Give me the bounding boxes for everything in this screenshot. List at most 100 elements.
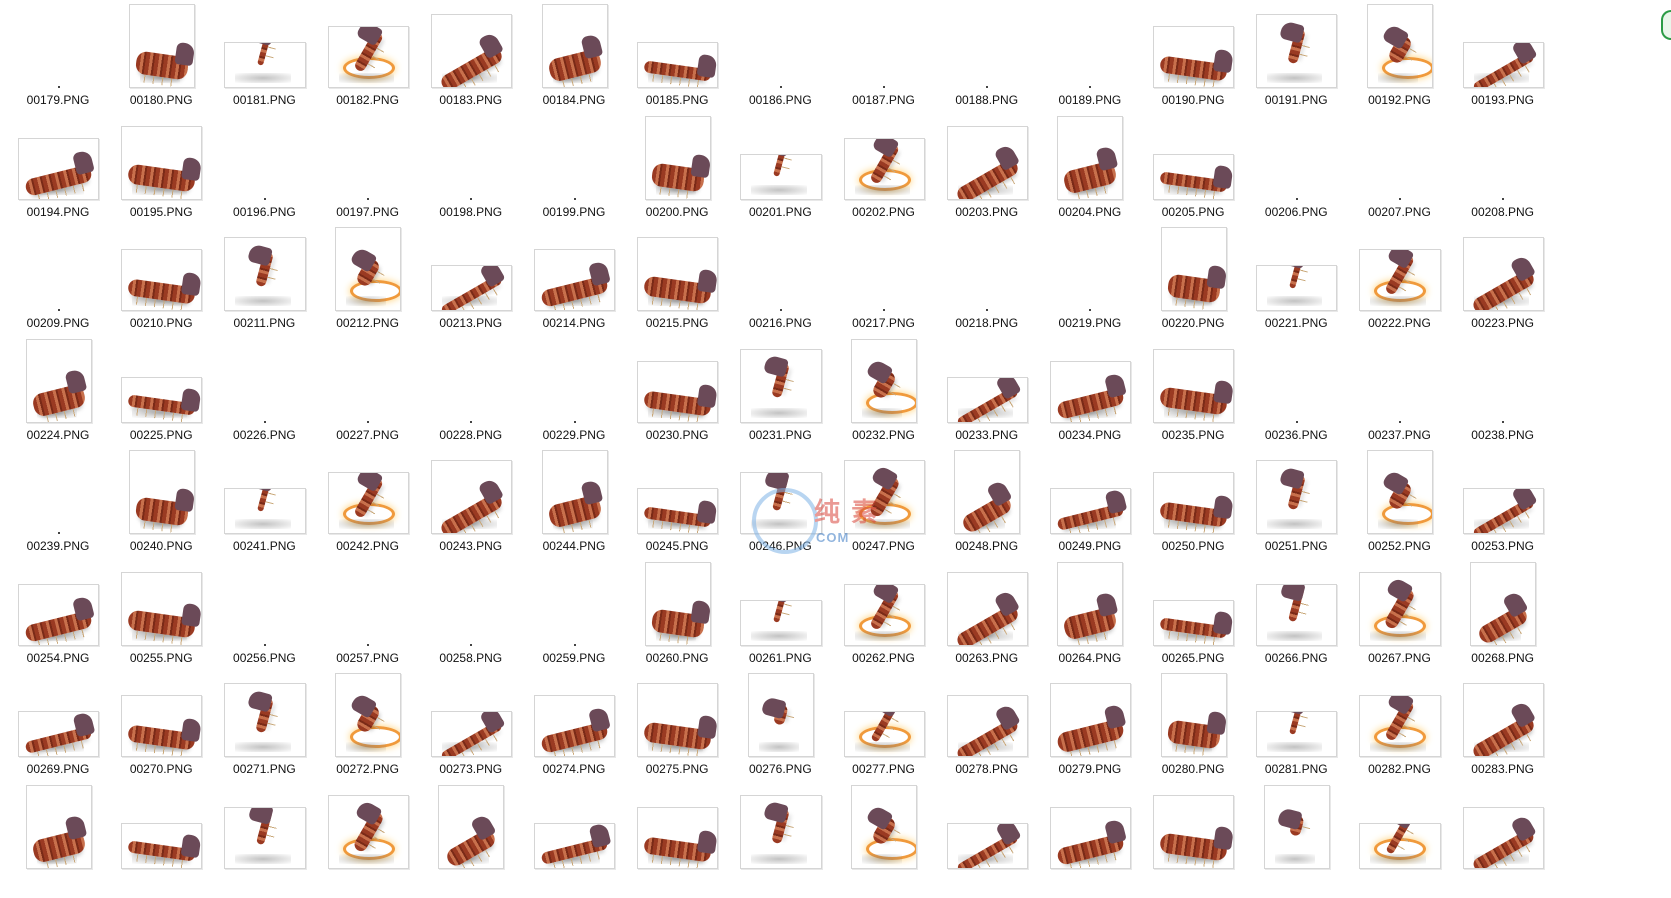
file-item[interactable]: 00269.PNG bbox=[14, 673, 117, 785]
file-item[interactable]: 00213.PNG bbox=[427, 227, 530, 339]
file-item[interactable]: 00259.PNG bbox=[530, 562, 633, 674]
file-item[interactable]: 00225.PNG bbox=[117, 339, 220, 451]
file-item[interactable]: 00279.PNG bbox=[1046, 673, 1149, 785]
file-item[interactable] bbox=[1149, 785, 1252, 897]
file-item[interactable] bbox=[117, 785, 220, 897]
file-item[interactable]: 00228.PNG bbox=[427, 339, 530, 451]
file-item[interactable]: 00183.PNG bbox=[427, 4, 530, 116]
file-item[interactable]: 00180.PNG bbox=[117, 4, 220, 116]
file-item[interactable]: 00206.PNG bbox=[1252, 116, 1355, 228]
file-item[interactable]: 00205.PNG bbox=[1149, 116, 1252, 228]
file-item[interactable]: 00209.PNG bbox=[14, 227, 117, 339]
file-item[interactable]: 00231.PNG bbox=[736, 339, 839, 451]
file-item[interactable]: 00229.PNG bbox=[530, 339, 633, 451]
file-item[interactable] bbox=[1252, 784, 1355, 897]
file-item[interactable]: 00186.PNG bbox=[736, 4, 839, 116]
file-item[interactable]: 00212.PNG bbox=[324, 227, 427, 339]
file-item[interactable] bbox=[324, 785, 427, 897]
file-item[interactable]: 00235.PNG bbox=[1149, 339, 1252, 451]
file-item[interactable]: 00208.PNG bbox=[1459, 116, 1562, 228]
file-item[interactable]: 00278.PNG bbox=[943, 673, 1046, 785]
file-item[interactable] bbox=[530, 785, 633, 897]
file-item[interactable]: 00179.PNG bbox=[14, 4, 117, 116]
file-item[interactable]: 00189.PNG bbox=[1046, 4, 1149, 116]
file-item[interactable]: 00245.PNG bbox=[633, 450, 736, 562]
file-item[interactable]: 00242.PNG bbox=[324, 450, 427, 562]
file-item[interactable]: 00248.PNG bbox=[943, 450, 1046, 562]
file-item[interactable]: 00266.PNG bbox=[1252, 562, 1355, 674]
file-item[interactable]: 00257.PNG bbox=[324, 562, 427, 674]
file-item[interactable]: 00255.PNG bbox=[117, 562, 220, 674]
file-item[interactable]: 00211.PNG bbox=[220, 227, 323, 339]
file-item[interactable] bbox=[1046, 785, 1149, 897]
file-item[interactable]: 00272.PNG bbox=[324, 673, 427, 785]
file-item[interactable]: 00214.PNG bbox=[530, 227, 633, 339]
file-item[interactable]: 00271.PNG bbox=[220, 673, 323, 785]
file-item[interactable] bbox=[220, 785, 323, 897]
file-item[interactable]: 00258.PNG bbox=[427, 562, 530, 674]
file-item[interactable] bbox=[736, 785, 839, 897]
file-item[interactable]: 00274.PNG bbox=[530, 673, 633, 785]
file-item[interactable]: 00232.PNG bbox=[840, 338, 943, 451]
file-item[interactable]: 00241.PNG bbox=[220, 450, 323, 562]
file-item[interactable]: 00192.PNG bbox=[1355, 4, 1458, 116]
file-item[interactable]: 00270.PNG bbox=[117, 673, 220, 785]
file-item[interactable]: 00202.PNG bbox=[840, 116, 943, 228]
file-item[interactable]: 00203.PNG bbox=[943, 116, 1046, 228]
file-item[interactable]: 00195.PNG bbox=[117, 116, 220, 228]
file-item[interactable]: 00273.PNG bbox=[427, 673, 530, 785]
file-item[interactable]: 00200.PNG bbox=[633, 115, 736, 228]
file-item[interactable] bbox=[943, 785, 1046, 897]
file-item[interactable]: 00249.PNG bbox=[1046, 450, 1149, 562]
file-item[interactable]: 00193.PNG bbox=[1459, 4, 1562, 116]
file-item[interactable]: 00277.PNG bbox=[840, 673, 943, 785]
circle-badge-icon[interactable] bbox=[1661, 10, 1671, 40]
file-item[interactable]: 00201.PNG bbox=[736, 116, 839, 228]
file-item[interactable]: 00184.PNG bbox=[530, 4, 633, 116]
file-item[interactable]: 00239.PNG bbox=[14, 450, 117, 562]
file-item[interactable]: 00220.PNG bbox=[1149, 227, 1252, 339]
file-item[interactable]: 00233.PNG bbox=[943, 339, 1046, 451]
file-item[interactable]: 00263.PNG bbox=[943, 562, 1046, 674]
file-item[interactable]: 00223.PNG bbox=[1459, 227, 1562, 339]
file-item[interactable]: 00222.PNG bbox=[1355, 227, 1458, 339]
file-item[interactable]: 00182.PNG bbox=[324, 4, 427, 116]
file-item[interactable] bbox=[1459, 785, 1562, 897]
file-item[interactable]: 00260.PNG bbox=[633, 561, 736, 674]
file-item[interactable] bbox=[427, 784, 530, 897]
file-item[interactable]: 00199.PNG bbox=[530, 116, 633, 228]
file-item[interactable]: 00280.PNG bbox=[1149, 673, 1252, 785]
file-item[interactable]: 00224.PNG bbox=[14, 338, 117, 451]
file-item[interactable]: 00230.PNG bbox=[633, 339, 736, 451]
file-item[interactable]: 00251.PNG bbox=[1252, 450, 1355, 562]
file-item[interactable]: 00216.PNG bbox=[736, 227, 839, 339]
file-item[interactable]: 00244.PNG bbox=[530, 450, 633, 562]
file-item[interactable]: 00240.PNG bbox=[117, 450, 220, 562]
file-item[interactable]: 00190.PNG bbox=[1149, 4, 1252, 116]
file-item[interactable]: 00226.PNG bbox=[220, 339, 323, 451]
file-item[interactable]: 00250.PNG bbox=[1149, 450, 1252, 562]
file-item[interactable]: 00283.PNG bbox=[1459, 673, 1562, 785]
file-item[interactable]: 00191.PNG bbox=[1252, 4, 1355, 116]
file-item[interactable]: 00276.PNG bbox=[736, 673, 839, 785]
file-item[interactable]: 00237.PNG bbox=[1355, 339, 1458, 451]
file-item[interactable] bbox=[1355, 785, 1458, 897]
file-item[interactable]: 00253.PNG bbox=[1459, 450, 1562, 562]
file-item[interactable]: 00185.PNG bbox=[633, 4, 736, 116]
file-item[interactable]: 00236.PNG bbox=[1252, 339, 1355, 451]
file-item[interactable]: 00221.PNG bbox=[1252, 227, 1355, 339]
file-item[interactable]: 00218.PNG bbox=[943, 227, 1046, 339]
file-item[interactable]: 00198.PNG bbox=[427, 116, 530, 228]
file-item[interactable]: 00181.PNG bbox=[220, 4, 323, 116]
file-item[interactable]: 00252.PNG bbox=[1355, 450, 1458, 562]
file-item[interactable]: 00215.PNG bbox=[633, 227, 736, 339]
file-item[interactable]: 00234.PNG bbox=[1046, 339, 1149, 451]
file-icon-view[interactable]: 00179.PNG 00180.PNG 00181.PNG 00182.PNG 0018… bbox=[0, 0, 1671, 898]
file-item[interactable]: 00219.PNG bbox=[1046, 227, 1149, 339]
file-item[interactable]: 00210.PNG bbox=[117, 227, 220, 339]
file-item[interactable]: 00217.PNG bbox=[840, 227, 943, 339]
file-item[interactable]: 00267.PNG bbox=[1355, 562, 1458, 674]
file-item[interactable]: 00254.PNG bbox=[14, 562, 117, 674]
file-item[interactable]: 00268.PNG bbox=[1459, 561, 1562, 674]
file-item[interactable] bbox=[840, 784, 943, 897]
